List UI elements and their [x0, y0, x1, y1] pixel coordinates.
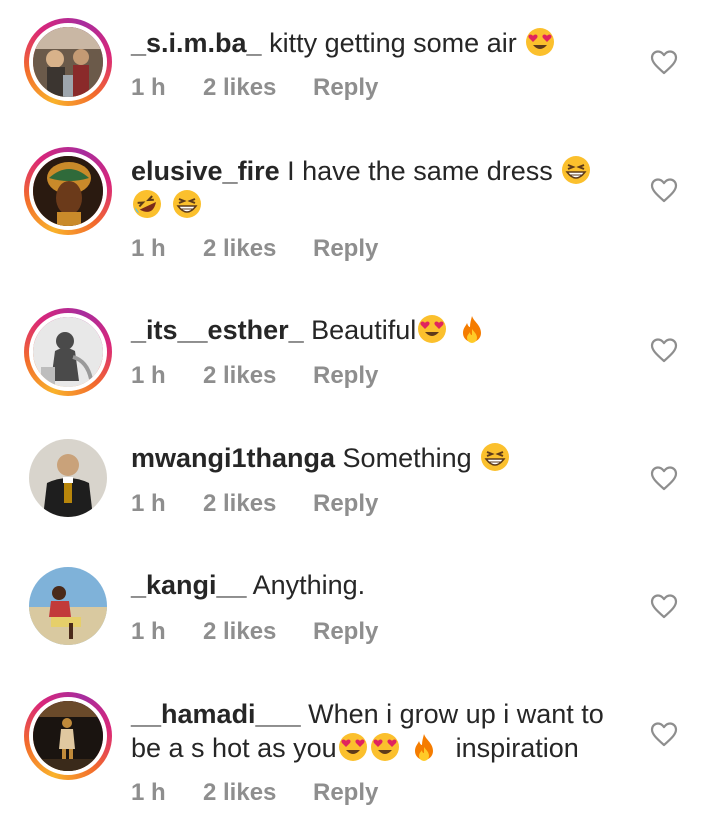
avatar[interactable]: [24, 434, 112, 522]
rolling-laughing-emoji-icon: [131, 188, 163, 220]
comment-text: elusive_fire I have the same dress: [131, 154, 621, 188]
comment-username[interactable]: mwangi1thanga: [131, 443, 335, 473]
avatar-image: [29, 439, 107, 517]
comment-emoji-line: [131, 188, 621, 222]
comment-likes[interactable]: 2 likes: [203, 362, 276, 390]
like-heart-icon[interactable]: [650, 593, 678, 619]
reply-button[interactable]: Reply: [313, 74, 378, 102]
comment-text: __hamadi___ When i grow up i want to: [131, 698, 621, 731]
comment-body: kitty getting some air: [269, 28, 517, 58]
avatar-image: [29, 567, 107, 645]
comment-text: _its__esther_ Beautiful: [131, 313, 621, 347]
comment-time: 1 h: [131, 235, 166, 262]
like-heart-icon[interactable]: [650, 721, 678, 747]
comment-body: Something: [342, 443, 472, 473]
avatar[interactable]: [24, 562, 112, 650]
like-heart-icon[interactable]: [650, 465, 678, 491]
avatar-image: [29, 313, 107, 391]
comment-username[interactable]: _s.i.m.ba_: [131, 28, 262, 58]
comment-text: _s.i.m.ba_ kitty getting some air: [131, 26, 621, 60]
comment-time: 1 h: [131, 618, 166, 645]
grinning-squinting-emoji-icon: [560, 154, 592, 186]
comment-text-continued: be a s hot as you inspiration: [131, 731, 621, 765]
avatar[interactable]: [24, 147, 112, 235]
reply-button[interactable]: Reply: [313, 362, 378, 390]
comment-username[interactable]: _its__esther_: [131, 315, 304, 345]
avatar-image: [29, 697, 107, 775]
heart-eyes-emoji-icon: [416, 313, 448, 345]
comment-body: Anything.: [252, 570, 366, 600]
comment-time: 1 h: [131, 779, 166, 806]
like-heart-icon[interactable]: [650, 337, 678, 363]
heart-eyes-emoji-icon: [524, 26, 556, 58]
comment-time: 1 h: [131, 362, 166, 389]
avatar[interactable]: [24, 308, 112, 396]
comment-body-line2-end: inspiration: [455, 733, 579, 763]
comment-likes[interactable]: 2 likes: [203, 235, 276, 263]
avatar-image: [29, 152, 107, 230]
comment-body: Beautiful: [311, 315, 417, 345]
heart-eyes-emoji-icon: [337, 731, 369, 763]
comment-username[interactable]: elusive_fire: [131, 156, 280, 186]
fire-emoji-icon: [456, 313, 488, 345]
comment-body: I have the same dress: [287, 156, 553, 186]
comment-time: 1 h: [131, 490, 166, 517]
comment-text: _kangi__ Anything.: [131, 569, 621, 602]
like-heart-icon[interactable]: [650, 177, 678, 203]
fire-emoji-icon: [408, 731, 440, 763]
comment-text: mwangi1thanga Something: [131, 441, 621, 475]
comment-likes[interactable]: 2 likes: [203, 74, 276, 102]
comment-likes[interactable]: 2 likes: [203, 490, 276, 518]
avatar[interactable]: [24, 18, 112, 106]
comment-username[interactable]: __hamadi___: [131, 699, 301, 729]
comment-likes[interactable]: 2 likes: [203, 779, 276, 807]
reply-button[interactable]: Reply: [313, 618, 378, 646]
comment-username[interactable]: _kangi__: [131, 570, 247, 600]
grinning-squinting-emoji-icon: [479, 441, 511, 473]
reply-button[interactable]: Reply: [313, 235, 378, 263]
grinning-squinting-emoji-icon: [171, 188, 203, 220]
like-heart-icon[interactable]: [650, 49, 678, 75]
heart-eyes-emoji-icon: [369, 731, 401, 763]
avatar-image: [29, 23, 107, 101]
comment-time: 1 h: [131, 74, 166, 101]
reply-button[interactable]: Reply: [313, 779, 378, 807]
comment-body-line2: be a s hot as you: [131, 733, 337, 763]
comment-likes[interactable]: 2 likes: [203, 618, 276, 646]
avatar[interactable]: [24, 692, 112, 780]
comment-body: When i grow up i want to: [308, 699, 604, 729]
reply-button[interactable]: Reply: [313, 490, 378, 518]
